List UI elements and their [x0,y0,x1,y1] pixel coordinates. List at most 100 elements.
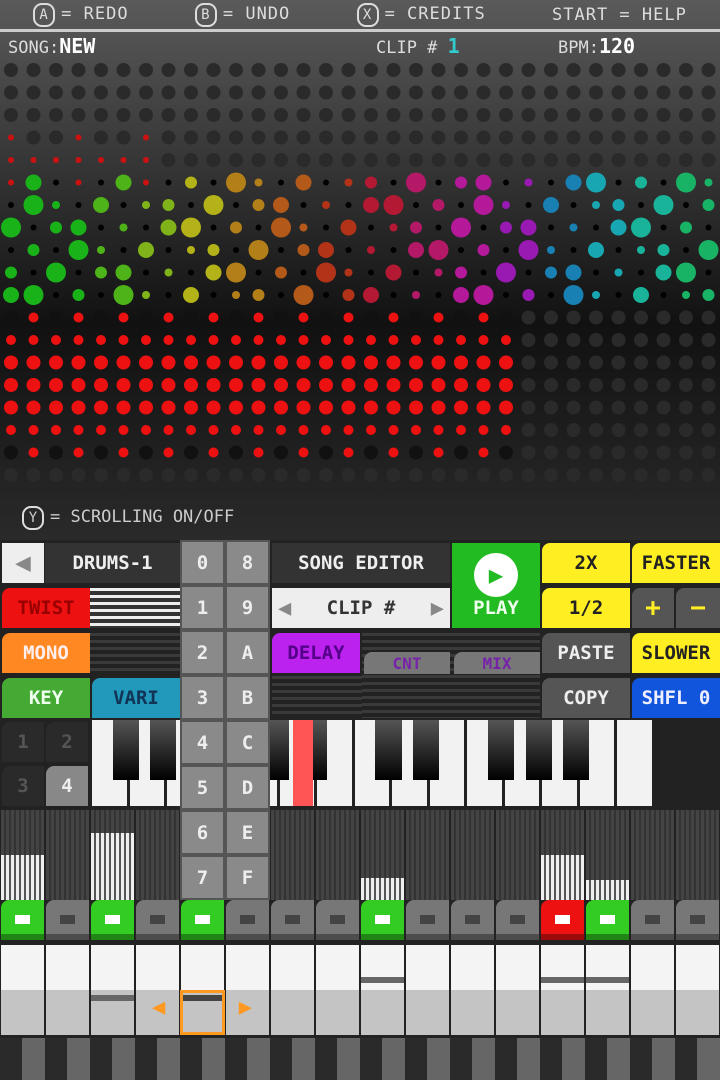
black-key[interactable] [112,720,139,780]
step-param-upper[interactable] [91,945,134,990]
double-button[interactable]: 2X [542,543,630,583]
step-button[interactable] [271,900,314,940]
step-button[interactable] [136,900,179,940]
black-key[interactable] [525,720,552,780]
shuffle-button[interactable]: SHFL 0 [632,678,720,718]
piano-keyboard[interactable] [92,720,655,808]
black-key[interactable] [487,720,515,780]
song-editor-button[interactable]: SONG EDITOR [272,543,450,583]
slower-button[interactable]: SLOWER [632,633,720,673]
prev-instrument-button[interactable]: ◀ [2,543,44,583]
step-button[interactable] [1,900,44,940]
step-button[interactable] [181,900,224,940]
step-param-lower[interactable] [361,990,404,1035]
minus-button[interactable]: − [676,588,720,628]
velocity-slider[interactable] [676,810,719,900]
step-button[interactable] [316,900,359,940]
step-param-lower[interactable] [271,990,314,1035]
step-button[interactable] [46,900,89,940]
pattern-7-button[interactable]: 7 [180,855,225,900]
cnt-button[interactable]: CNT [364,652,450,674]
velocity-slider[interactable] [631,810,674,900]
prev-clip-arrow-icon[interactable]: ◀ [278,596,291,621]
step-button[interactable] [226,900,269,940]
step-param-upper[interactable] [676,945,719,990]
step-param-lower[interactable] [586,990,629,1035]
step-param-lower[interactable] [46,990,89,1035]
velocity-slider[interactable] [316,810,359,900]
step-param-lower[interactable] [406,990,449,1035]
step-button[interactable] [631,900,674,940]
velocity-slider[interactable] [451,810,494,900]
pattern-C-button[interactable]: C [225,720,270,765]
paste-button[interactable]: PASTE [542,633,630,673]
copy-button[interactable]: COPY [542,678,630,718]
pattern-9-button[interactable]: 9 [225,585,270,630]
step-param-upper[interactable] [541,945,584,990]
half-button[interactable]: 1/2 [542,588,630,628]
step-param-upper[interactable] [271,945,314,990]
play-button[interactable]: ▶ PLAY [452,543,540,628]
pattern-A-button[interactable]: A [225,630,270,675]
plus-button[interactable]: + [632,588,674,628]
pattern-B-button[interactable]: B [225,675,270,720]
bank-3-button[interactable]: 3 [2,766,44,806]
step-param-lower[interactable] [316,990,359,1035]
black-key[interactable] [412,720,440,780]
black-key[interactable] [563,720,590,780]
drag-handle[interactable]: ◀ ▶ [152,995,252,1020]
pattern-5-button[interactable]: 5 [180,765,225,810]
velocity-slider[interactable] [136,810,179,900]
key-button[interactable]: KEY [2,678,90,718]
delay-slider[interactable] [272,676,362,718]
step-param-lower[interactable] [541,990,584,1035]
twist-slider[interactable] [90,588,180,628]
step-param-upper[interactable] [496,945,539,990]
pattern-6-button[interactable]: 6 [180,810,225,855]
pattern-F-button[interactable]: F [225,855,270,900]
velocity-slider[interactable] [271,810,314,900]
step-param-lower[interactable] [631,990,674,1035]
mono-button[interactable]: MONO [2,633,90,673]
pattern-E-button[interactable]: E [225,810,270,855]
step-param-upper[interactable] [406,945,449,990]
pattern-3-button[interactable]: 3 [180,675,225,720]
mix-button[interactable]: MIX [454,652,540,674]
step-button[interactable] [676,900,719,940]
vari-button[interactable]: VARI [92,678,180,718]
mono-slider[interactable] [90,633,180,673]
step-param-lower[interactable] [676,990,719,1035]
step-param-upper[interactable] [226,945,269,990]
delay-button[interactable]: DELAY [272,633,360,673]
pattern-0-button[interactable]: 0 [180,540,225,585]
velocity-slider[interactable] [46,810,89,900]
step-param-upper[interactable] [586,945,629,990]
bank-4-button[interactable]: 4 [46,766,88,806]
twist-button[interactable]: TWIST [2,588,90,628]
step-param-lower[interactable] [1,990,44,1035]
step-button[interactable] [91,900,134,940]
step-param-lower[interactable] [451,990,494,1035]
drag-right-arrow-icon[interactable]: ▶ [239,995,252,1020]
step-param-upper[interactable] [181,945,224,990]
effect-sliders[interactable] [362,633,540,718]
next-clip-arrow-icon[interactable]: ▶ [431,596,444,621]
step-param-upper[interactable] [361,945,404,990]
pattern-1-button[interactable]: 1 [180,585,225,630]
step-button[interactable] [586,900,629,940]
step-button[interactable] [406,900,449,940]
velocity-slider[interactable] [496,810,539,900]
step-button[interactable] [451,900,494,940]
white-key[interactable] [617,720,652,806]
step-param-upper[interactable] [316,945,359,990]
drag-left-arrow-icon[interactable]: ◀ [152,995,165,1020]
step-button[interactable] [361,900,404,940]
black-key[interactable] [150,720,177,780]
step-param-upper[interactable] [46,945,89,990]
bank-1-button[interactable]: 1 [2,722,44,762]
step-param-upper[interactable] [451,945,494,990]
step-param-lower[interactable] [496,990,539,1035]
step-button[interactable] [496,900,539,940]
step-button[interactable] [541,900,584,940]
bank-2-button[interactable]: 2 [46,722,88,762]
